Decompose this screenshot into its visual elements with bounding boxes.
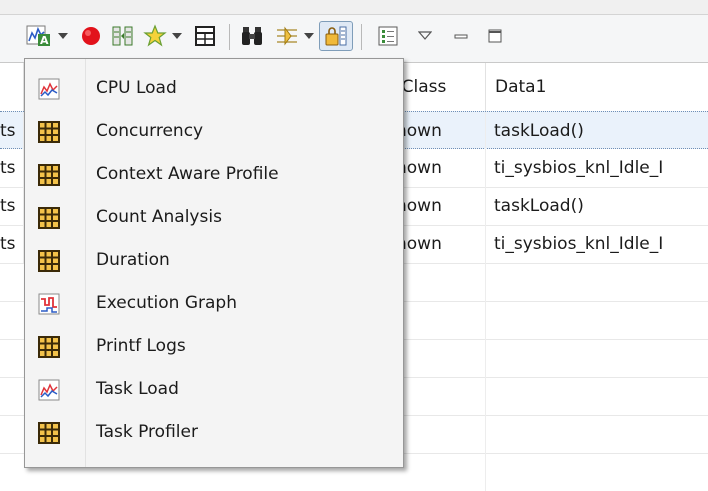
filter-icon[interactable] xyxy=(272,21,302,51)
analysis-dropdown-arrow-icon[interactable] xyxy=(56,21,70,51)
menu-item-context-aware-profile[interactable]: Context Aware Profile xyxy=(26,153,402,196)
line-graph-icon xyxy=(38,379,60,401)
column-header-data1[interactable]: Data1 xyxy=(486,63,708,111)
menu-item-count-analysis[interactable]: Count Analysis xyxy=(26,196,402,239)
analysis-icon[interactable]: A xyxy=(24,21,54,51)
menu-item-label: CPU Load xyxy=(96,78,177,98)
menu-item-label: Concurrency xyxy=(96,121,204,141)
table-cell: ts xyxy=(0,187,24,225)
window-top-strip xyxy=(0,0,708,15)
table-grid-icon xyxy=(38,250,60,272)
execution-graph-icon xyxy=(38,293,60,315)
table-cell: taskLoad() xyxy=(494,196,584,216)
star-icon[interactable] xyxy=(140,21,170,51)
table-grid-icon xyxy=(38,422,60,444)
toolbar-separator xyxy=(229,24,230,50)
menu-item-label: Context Aware Profile xyxy=(96,164,279,184)
menu-item-label: Count Analysis xyxy=(96,207,222,227)
legend-icon[interactable] xyxy=(373,21,403,51)
svg-text:A: A xyxy=(40,34,49,47)
menu-item-label: Execution Graph xyxy=(96,293,237,313)
record-icon[interactable] xyxy=(76,21,106,51)
table-grid-icon xyxy=(38,121,60,143)
table-grid-icon xyxy=(38,164,60,186)
view-menu-icon[interactable] xyxy=(410,21,440,51)
menu-item-cpu-load[interactable]: CPU Load xyxy=(26,67,402,110)
menu-item-printf-logs[interactable]: Printf Logs xyxy=(26,325,402,368)
table-cell: ts xyxy=(0,112,24,150)
binoculars-icon[interactable] xyxy=(237,21,267,51)
view-toolbar: A xyxy=(0,15,708,63)
table-grid-icon xyxy=(38,336,60,358)
menu-item-label: Task Profiler xyxy=(96,422,198,442)
table-cell: ti_sysbios_knl_Idle_I xyxy=(494,158,664,178)
minimize-icon[interactable] xyxy=(446,21,476,51)
analysis-dropdown-menu: CPU Load Concurrency Context Aware Profi xyxy=(24,58,404,468)
table-cell: taskLoad() xyxy=(494,121,584,141)
table-cell: ts xyxy=(0,149,24,187)
menu-item-concurrency[interactable]: Concurrency xyxy=(26,110,402,153)
menu-item-duration[interactable]: Duration xyxy=(26,239,402,282)
lock-scroll-icon[interactable] xyxy=(319,21,353,51)
table-grid-icon xyxy=(38,207,60,229)
table-cell: ti_sysbios_knl_Idle_I xyxy=(494,234,664,254)
toolbar-separator xyxy=(361,24,362,50)
columns-icon[interactable] xyxy=(108,21,138,51)
menu-item-execution-graph[interactable]: Execution Graph xyxy=(26,282,402,325)
menu-item-task-load[interactable]: Task Load xyxy=(26,368,402,411)
maximize-icon[interactable] xyxy=(480,21,510,51)
column-header[interactable] xyxy=(0,63,24,111)
line-graph-icon xyxy=(38,78,60,100)
menu-item-task-profiler[interactable]: Task Profiler xyxy=(26,411,402,454)
menu-item-label: Task Load xyxy=(96,379,179,399)
filter-dropdown-arrow-icon[interactable] xyxy=(302,21,316,51)
menu-item-label: Duration xyxy=(96,250,170,270)
menu-item-label: Printf Logs xyxy=(96,336,186,356)
table-view-icon[interactable] xyxy=(190,21,220,51)
star-dropdown-arrow-icon[interactable] xyxy=(170,21,184,51)
table-cell: ts xyxy=(0,225,24,263)
